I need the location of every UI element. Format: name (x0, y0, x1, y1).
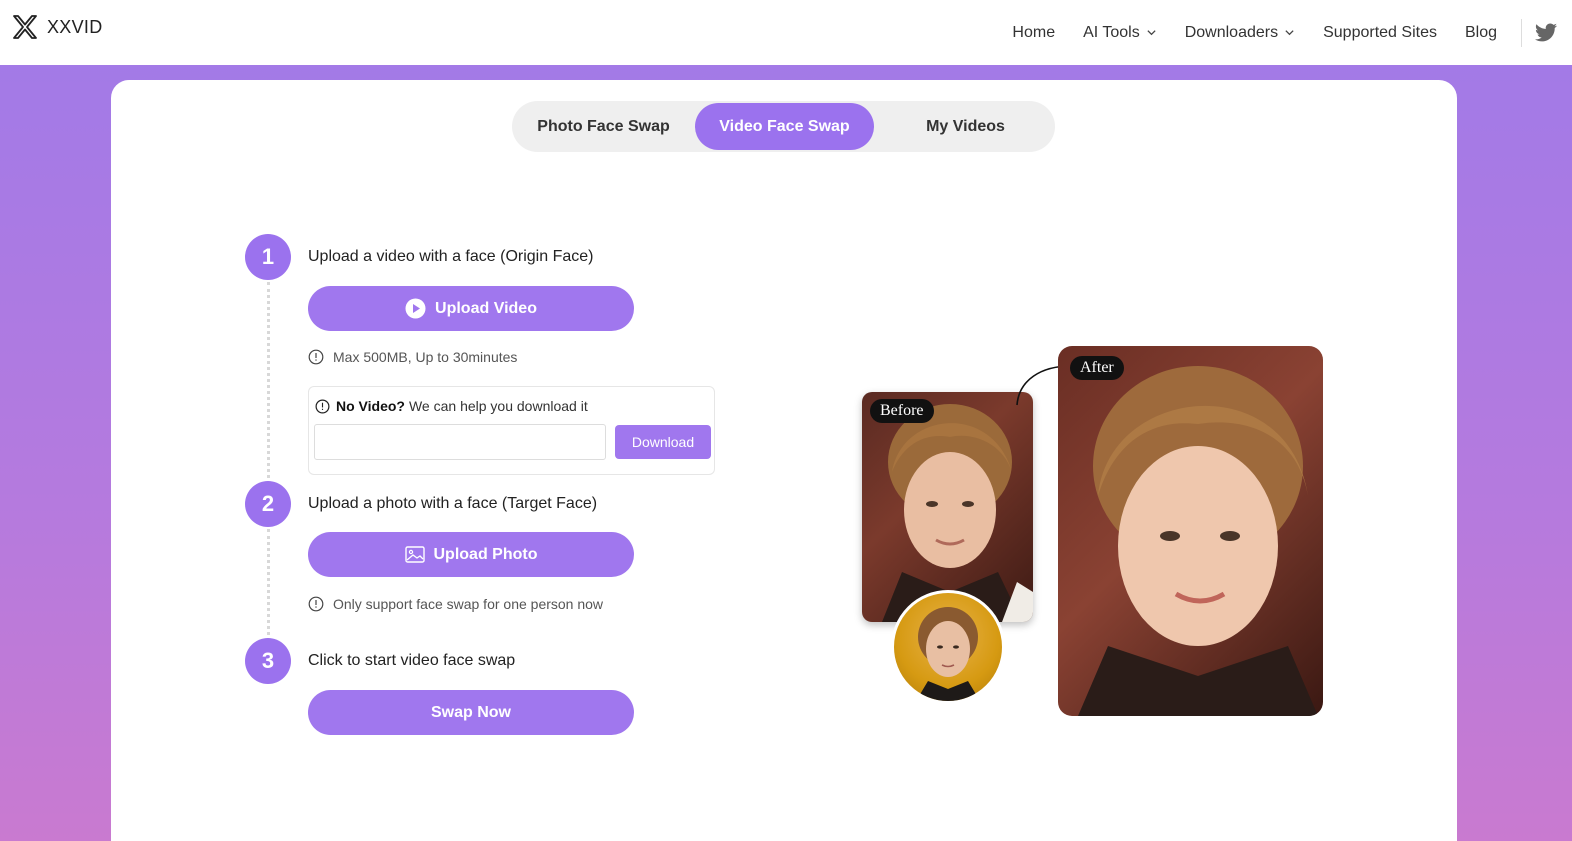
nav-downloaders[interactable]: Downloaders (1185, 24, 1295, 42)
download-helper-box: No Video? We can help you download it Do… (308, 386, 715, 475)
upload-photo-button[interactable]: Upload Photo (308, 532, 634, 577)
download-note: No Video? We can help you download it (315, 398, 588, 414)
before-label: Before (870, 399, 934, 423)
upload-video-label: Upload Video (435, 299, 537, 317)
x-logo-icon (13, 15, 37, 39)
nav-home[interactable]: Home (1012, 24, 1055, 42)
download-note-bold: No Video? (336, 398, 405, 414)
info-icon (308, 349, 324, 365)
step-3-number: 3 (245, 638, 291, 684)
swap-now-button[interactable]: Swap Now (308, 690, 634, 735)
nav-ai-tools[interactable]: AI Tools (1083, 24, 1157, 42)
brand-name: XXVID (47, 16, 103, 37)
step-2-hint-text: Only support face swap for one person no… (333, 596, 604, 612)
nav-supported-sites[interactable]: Supported Sites (1323, 24, 1437, 42)
upload-video-button[interactable]: Upload Video (308, 286, 634, 331)
step-2-title: Upload a photo with a face (Target Face) (308, 495, 598, 512)
nav-divider (1521, 18, 1522, 47)
after-face-illustration (1078, 366, 1318, 716)
chevron-down-icon (1147, 30, 1156, 36)
step-connector (267, 529, 270, 635)
play-circle-icon (405, 298, 426, 319)
twitter-icon[interactable] (1534, 21, 1558, 45)
before-face-illustration (882, 404, 1033, 622)
target-face-illustration (916, 607, 980, 701)
nav-supported-sites-label: Supported Sites (1323, 23, 1437, 41)
download-note-text: We can help you download it (408, 398, 588, 414)
info-icon (308, 596, 324, 612)
step-1-hint-text: Max 500MB, Up to 30minutes (333, 349, 518, 365)
step-2-hint: Only support face swap for one person no… (308, 596, 603, 612)
after-image (1058, 346, 1323, 716)
after-label: After (1070, 356, 1124, 380)
step-connector (267, 282, 270, 478)
main-card: Photo Face Swap Video Face Swap My Video… (111, 80, 1457, 841)
nav-home-label: Home (1012, 23, 1056, 41)
image-icon (404, 546, 425, 563)
video-url-input[interactable] (314, 424, 606, 460)
nav-blog-label: Blog (1464, 23, 1497, 41)
nav-downloaders-label: Downloaders (1184, 23, 1279, 41)
before-image (862, 392, 1033, 622)
nav-blog[interactable]: Blog (1465, 24, 1497, 42)
download-button[interactable]: Download (615, 425, 711, 459)
info-icon (315, 399, 330, 414)
step-1-number: 1 (245, 234, 291, 280)
step-1-title: Upload a video with a face (Origin Face) (308, 248, 594, 265)
main-nav: Home AI Tools Downloaders Supported Site… (1012, 0, 1572, 65)
tab-my-videos[interactable]: My Videos (876, 103, 1055, 150)
target-face-thumbnail (891, 590, 1005, 704)
step-1-hint: Max 500MB, Up to 30minutes (308, 349, 517, 365)
mode-tabs: Photo Face Swap Video Face Swap My Video… (512, 101, 1055, 152)
nav-ai-tools-label: AI Tools (1083, 23, 1140, 41)
tab-photo-face-swap[interactable]: Photo Face Swap (514, 103, 693, 150)
tab-video-face-swap[interactable]: Video Face Swap (695, 103, 874, 150)
step-3-title: Click to start video face swap (308, 652, 516, 669)
top-header: XXVID Home AI Tools Downloaders Supporte… (0, 0, 1572, 65)
upload-photo-label: Upload Photo (433, 545, 538, 563)
step-2-number: 2 (245, 481, 291, 527)
chevron-down-icon (1285, 30, 1294, 36)
logo[interactable]: XXVID (12, 14, 103, 40)
